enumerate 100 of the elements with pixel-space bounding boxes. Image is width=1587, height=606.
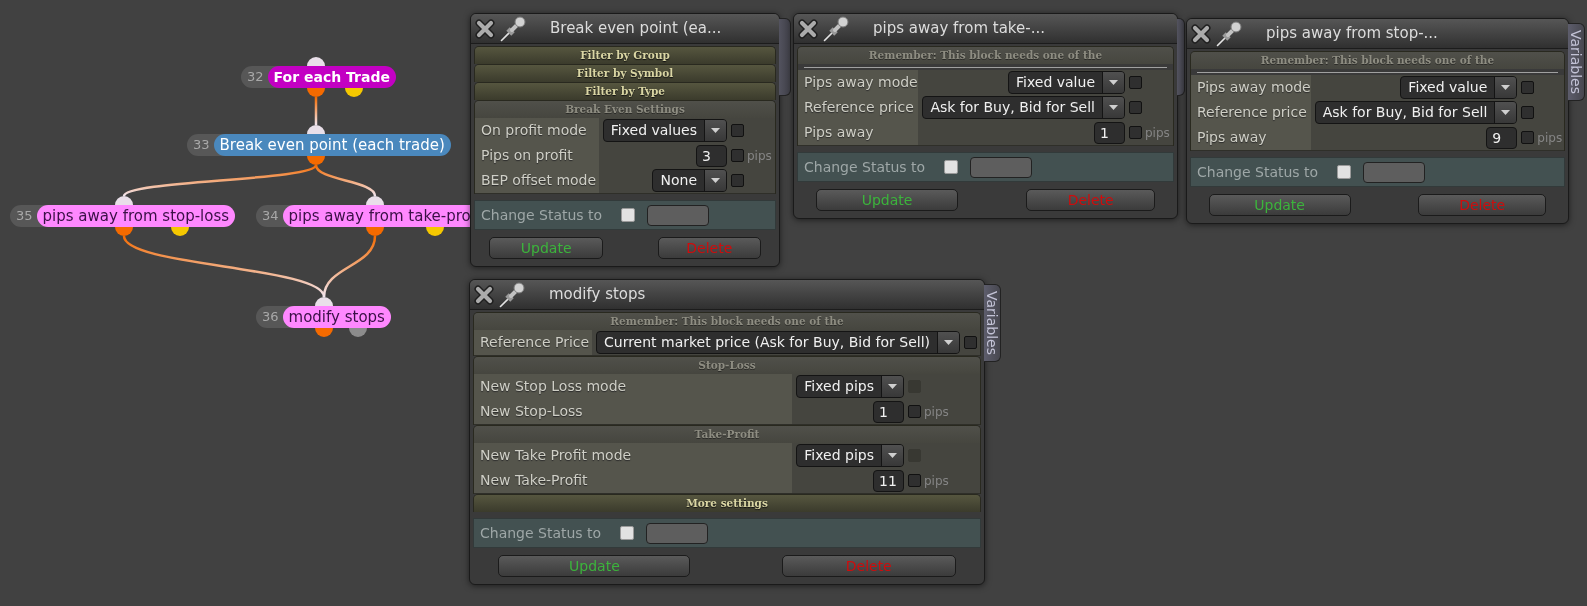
window-title: modify stops (549, 284, 646, 306)
unit-label: pips (924, 403, 949, 421)
close-icon[interactable] (474, 284, 494, 305)
pin-icon[interactable] (499, 281, 525, 308)
close-icon[interactable] (798, 18, 818, 39)
number-field[interactable]: 11 (873, 469, 904, 492)
output-port-icon[interactable] (307, 156, 325, 165)
close-icon[interactable] (475, 18, 495, 39)
variables-tab[interactable]: Variables (984, 284, 1001, 362)
caret-icon[interactable] (1494, 77, 1517, 98)
checkbox[interactable] (620, 526, 634, 540)
checkbox[interactable] (731, 174, 744, 187)
checkbox[interactable] (1129, 126, 1142, 139)
extra-port-icon[interactable] (426, 227, 444, 236)
group-header[interactable]: Filter by Type (475, 83, 775, 100)
dropdown[interactable]: Ask for Buy, Bid for Sell (922, 96, 1125, 119)
dropdown[interactable]: Fixed value (1008, 71, 1125, 94)
variables-tab[interactable]: Variables (1568, 23, 1585, 101)
field-label: New Stop Loss mode (474, 374, 793, 399)
title-bar[interactable]: pips away from take-... (794, 14, 1177, 44)
number-field[interactable]: 1 (1094, 121, 1125, 144)
update-button[interactable]: Update (815, 189, 959, 211)
input-port-icon[interactable] (307, 125, 325, 134)
dropdown[interactable]: Fixed value (1400, 76, 1518, 99)
field-label: Reference price (798, 95, 919, 120)
checkbox[interactable] (908, 474, 921, 487)
input-port-icon[interactable] (366, 196, 384, 205)
pin-icon[interactable] (1216, 20, 1242, 47)
title-bar[interactable]: modify stops (470, 280, 984, 310)
status-label: Change Status to (480, 205, 604, 225)
dropdown[interactable]: Current market price (Ask for Buy, Bid for Sell) (596, 331, 960, 354)
extra-port-icon[interactable] (171, 227, 189, 236)
status-field[interactable] (1363, 161, 1425, 183)
status-field[interactable] (970, 156, 1032, 178)
number-field[interactable]: 1 (873, 400, 904, 423)
field-label: Reference Price (474, 330, 592, 355)
checkbox[interactable] (1337, 165, 1351, 179)
pin-icon[interactable] (823, 15, 849, 42)
title-bar[interactable]: pips away from stop-... (1187, 19, 1568, 49)
connector-line (314, 97, 318, 125)
field-label: New Take-Profit (474, 468, 793, 493)
side-tab-edge[interactable] (779, 18, 791, 96)
checkbox[interactable] (731, 124, 744, 137)
unit-label: pips (747, 147, 772, 165)
caret-icon[interactable] (1102, 72, 1124, 93)
caret-icon[interactable] (881, 445, 903, 466)
group-header[interactable]: Filter by Symbol (475, 65, 775, 82)
field-label: Pips away (1191, 125, 1311, 150)
side-tab-edge[interactable] (1177, 18, 1185, 96)
caret-icon[interactable] (704, 120, 726, 141)
node-label[interactable]: Break even point (each trade) (213, 134, 451, 156)
input-port-icon[interactable] (315, 297, 333, 306)
input-port-icon[interactable] (115, 196, 133, 205)
window-title: Break even point (ea... (550, 18, 722, 40)
pin-icon[interactable] (500, 15, 526, 42)
field-label: Pips away mode (1191, 75, 1311, 100)
checkbox[interactable] (964, 336, 977, 349)
checkbox[interactable] (731, 149, 744, 162)
caret-icon[interactable] (704, 170, 726, 191)
checkbox[interactable] (1129, 76, 1142, 89)
checkbox[interactable] (1129, 101, 1142, 114)
extra-port-icon[interactable] (345, 88, 363, 97)
dropdown[interactable]: None (652, 169, 727, 192)
checkbox[interactable] (1521, 131, 1535, 144)
group-header[interactable]: More settings (474, 495, 980, 512)
status-field[interactable] (647, 204, 709, 226)
number-field[interactable]: 3 (696, 144, 727, 167)
field-label: Reference price (1191, 100, 1311, 125)
input-port-icon[interactable] (307, 57, 325, 66)
update-button[interactable]: Update (498, 555, 691, 577)
caret-icon[interactable] (1102, 97, 1124, 118)
output-port-icon[interactable] (307, 88, 325, 97)
number-field[interactable]: 9 (1486, 126, 1518, 149)
node-label[interactable]: For each Trade (267, 66, 396, 88)
caret-icon[interactable] (881, 376, 903, 397)
extra-port-icon[interactable] (349, 328, 367, 337)
group-header[interactable]: Filter by Group (475, 47, 775, 64)
checkbox[interactable] (908, 405, 921, 418)
caret-icon[interactable] (1494, 102, 1517, 123)
output-port-icon[interactable] (366, 227, 384, 236)
status-label: Change Status to (1196, 162, 1320, 182)
update-button[interactable]: Update (489, 237, 604, 259)
caret-icon[interactable] (937, 332, 959, 353)
close-icon[interactable] (1191, 23, 1211, 44)
checkbox[interactable] (621, 208, 635, 222)
checkbox[interactable] (944, 160, 958, 174)
node-label[interactable]: pips away from take-pro (282, 205, 470, 227)
output-port-icon[interactable] (115, 227, 133, 236)
node-label[interactable]: pips away from stop-loss (36, 205, 236, 227)
dropdown[interactable]: Fixed values (602, 119, 727, 142)
checkbox[interactable] (1521, 81, 1535, 94)
output-port-icon[interactable] (315, 328, 333, 337)
status-field[interactable] (646, 522, 708, 544)
field-label: On profit mode (475, 118, 599, 143)
update-button[interactable]: Update (1208, 194, 1351, 216)
checkbox[interactable] (1521, 106, 1535, 119)
field-label: BEP offset mode (475, 168, 599, 193)
title-bar[interactable]: Break even point (ea... (471, 14, 779, 44)
node-label[interactable]: modify stops (282, 306, 391, 328)
dropdown[interactable]: Ask for Buy, Bid for Sell (1314, 101, 1518, 124)
